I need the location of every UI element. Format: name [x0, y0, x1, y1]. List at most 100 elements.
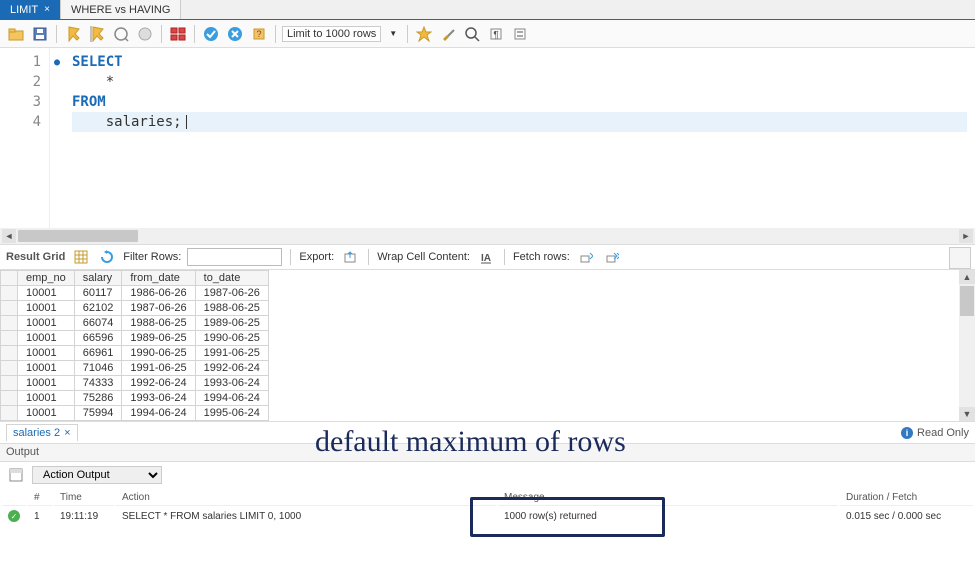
row-header[interactable] [1, 331, 18, 346]
wrap-cell-icon[interactable]: IA [476, 247, 496, 267]
explain-icon[interactable] [111, 24, 131, 44]
tab-limit[interactable]: LIMIT × [0, 0, 61, 19]
table-row[interactable]: 10001621021987-06-261988-06-25 [1, 301, 269, 316]
cell[interactable]: 71046 [74, 361, 122, 376]
beautify-icon[interactable] [414, 24, 434, 44]
cell[interactable]: 76884 [74, 421, 122, 423]
code-area[interactable]: SELECT * FROM salaries; [64, 48, 975, 228]
cell[interactable]: 1987-06-26 [195, 286, 268, 301]
cell[interactable]: 1994-06-24 [122, 406, 195, 421]
action-output-select[interactable]: Action Output [32, 466, 162, 484]
row-header[interactable] [1, 286, 18, 301]
cell[interactable]: 1995-06-24 [122, 421, 195, 423]
execute-current-icon[interactable] [87, 24, 107, 44]
table-row[interactable]: 10001759941994-06-241995-06-24 [1, 406, 269, 421]
cell[interactable]: 10001 [18, 406, 75, 421]
col-salary[interactable]: salary [74, 271, 122, 286]
cell[interactable]: 1991-06-25 [122, 361, 195, 376]
tab-where-vs-having[interactable]: WHERE vs HAVING [61, 0, 181, 19]
row-header[interactable] [1, 406, 18, 421]
table-row[interactable]: 10001768841995-06-241996-06-23 [1, 421, 269, 423]
col-from-date[interactable]: from_date [122, 271, 195, 286]
col-emp-no[interactable]: emp_no [18, 271, 75, 286]
rollback-icon[interactable] [225, 24, 245, 44]
cell[interactable]: 1994-06-24 [195, 391, 268, 406]
chevron-down-icon[interactable]: ▼ [385, 29, 401, 38]
cell[interactable]: 1988-06-25 [195, 301, 268, 316]
fetch-next-icon[interactable] [576, 247, 596, 267]
scroll-track[interactable] [16, 229, 959, 243]
cell[interactable]: 1986-06-26 [122, 286, 195, 301]
cell[interactable]: 10001 [18, 316, 75, 331]
scroll-thumb[interactable] [960, 286, 974, 316]
cell[interactable]: 60117 [74, 286, 122, 301]
cell[interactable]: 1993-06-24 [195, 376, 268, 391]
table-row[interactable]: 10001660741988-06-251989-06-25 [1, 316, 269, 331]
editor-h-scroll[interactable]: ◄ ► [0, 228, 975, 244]
scroll-up-icon[interactable]: ▲ [959, 270, 975, 284]
cell[interactable]: 10001 [18, 346, 75, 361]
cell[interactable]: 74333 [74, 376, 122, 391]
row-header[interactable] [1, 346, 18, 361]
cell[interactable]: 62102 [74, 301, 122, 316]
toggle-autocommit-icon[interactable] [168, 24, 188, 44]
scroll-left-icon[interactable]: ◄ [2, 229, 16, 243]
cell[interactable]: 66961 [74, 346, 122, 361]
col-to-date[interactable]: to_date [195, 271, 268, 286]
row-header[interactable] [1, 376, 18, 391]
cell[interactable]: 1990-06-25 [195, 331, 268, 346]
execute-icon[interactable] [63, 24, 83, 44]
cell[interactable]: 10001 [18, 421, 75, 423]
row-header[interactable] [1, 316, 18, 331]
cell[interactable]: 1995-06-24 [195, 406, 268, 421]
filter-rows-input[interactable] [187, 248, 282, 266]
fetch-all-icon[interactable] [602, 247, 622, 267]
stop-icon[interactable] [135, 24, 155, 44]
cell[interactable]: 66074 [74, 316, 122, 331]
pane-toggle-icon[interactable] [949, 247, 971, 269]
scroll-track[interactable] [959, 284, 975, 407]
commit-icon[interactable] [201, 24, 221, 44]
scroll-right-icon[interactable]: ► [959, 229, 973, 243]
cell[interactable]: 1992-06-24 [195, 361, 268, 376]
cell[interactable]: 66596 [74, 331, 122, 346]
cell[interactable]: 10001 [18, 391, 75, 406]
cell[interactable]: 1993-06-24 [122, 391, 195, 406]
cell[interactable]: 1989-06-25 [122, 331, 195, 346]
grid-v-scroll[interactable]: ▲ ▼ [959, 270, 975, 421]
limit-rows-select[interactable]: Limit to 1000 rows [282, 26, 381, 42]
brush-icon[interactable] [438, 24, 458, 44]
row-header[interactable] [1, 421, 18, 423]
cell[interactable]: 1987-06-26 [122, 301, 195, 316]
cell[interactable]: 10001 [18, 286, 75, 301]
scroll-down-icon[interactable]: ▼ [959, 407, 975, 421]
result-grid-icon[interactable] [71, 247, 91, 267]
table-row[interactable]: 10001752861993-06-241994-06-24 [1, 391, 269, 406]
row-header[interactable] [1, 391, 18, 406]
options-icon[interactable]: ? [249, 24, 269, 44]
row-header[interactable] [1, 301, 18, 316]
wrap-icon[interactable] [510, 24, 530, 44]
cell[interactable]: 10001 [18, 361, 75, 376]
export-icon[interactable] [340, 247, 360, 267]
cell[interactable]: 1990-06-25 [122, 346, 195, 361]
close-icon[interactable]: × [64, 427, 70, 439]
result-tab-salaries[interactable]: salaries 2 × [6, 424, 78, 441]
table-row[interactable]: 10001669611990-06-251991-06-25 [1, 346, 269, 361]
cell[interactable]: 1991-06-25 [195, 346, 268, 361]
cell[interactable]: 1992-06-24 [122, 376, 195, 391]
table-row[interactable]: 10001743331992-06-241993-06-24 [1, 376, 269, 391]
cell[interactable]: 75286 [74, 391, 122, 406]
sql-editor[interactable]: 1 2 3 4 ● SELECT * FROM salaries; [0, 48, 975, 228]
toggle-invisible-icon[interactable]: ¶ [486, 24, 506, 44]
open-file-icon[interactable] [6, 24, 26, 44]
scroll-thumb[interactable] [18, 230, 138, 242]
cell[interactable]: 10001 [18, 301, 75, 316]
refresh-icon[interactable] [97, 247, 117, 267]
table-row[interactable]: 10001601171986-06-261987-06-26 [1, 286, 269, 301]
cell[interactable]: 1989-06-25 [195, 316, 268, 331]
cell[interactable]: 10001 [18, 331, 75, 346]
cell[interactable]: 1988-06-25 [122, 316, 195, 331]
cell[interactable]: 75994 [74, 406, 122, 421]
search-icon[interactable] [462, 24, 482, 44]
